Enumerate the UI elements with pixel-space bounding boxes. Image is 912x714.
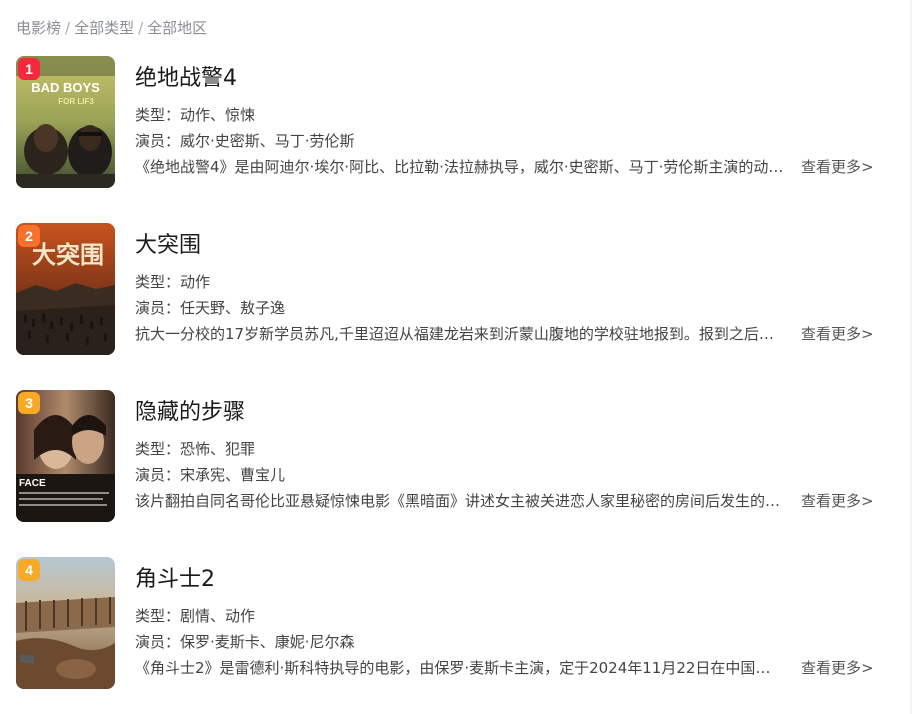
movie-description: 该片翻拍自同名哥伦比亚悬疑惊悚电影《黑暗面》讲述女主被关进恋人家里秘密的房间后发… (135, 492, 785, 510)
movie-genre: 类型：动作、惊悚 (135, 106, 256, 124)
movie-item[interactable]: 大突围 2 大突围 类型：动作 演员：任天野、敖子逸 抗大一分校的17岁新学员苏… (16, 223, 896, 356)
movie-list: BAD BOYS FOR LIF3 1 绝地战警4 类型：动作、惊悚 演员：威尔… (16, 56, 896, 714)
movie-cast: 演员：威尔·史密斯、马丁·劳伦斯 (135, 132, 355, 150)
view-more-link[interactable]: 查看更多> (801, 156, 874, 178)
movie-cast: 演员：保罗·麦斯卡、康妮·尼尔森 (135, 633, 355, 651)
movie-cast: 演员：宋承宪、曹宝儿 (135, 466, 286, 484)
view-more-link[interactable]: 查看更多> (801, 323, 874, 345)
movie-ranking-page: 电影榜 / 全部类型 / 全部地区 BAD BOYS FOR LIF3 1 绝地… (0, 0, 912, 714)
breadcrumb: 电影榜 / 全部类型 / 全部地区 (16, 17, 207, 39)
poster-title-text: FACE (19, 478, 46, 489)
rank-badge: 3 (18, 392, 40, 414)
movie-poster[interactable]: 大突围 2 (16, 223, 115, 355)
rank-badge: 1 (18, 58, 40, 80)
rank-badge: 2 (18, 225, 40, 247)
movie-item[interactable]: BAD BOYS FOR LIF3 1 绝地战警4 类型：动作、惊悚 演员：威尔… (16, 56, 896, 189)
movie-title[interactable]: 隐藏的步骤 (135, 398, 245, 428)
rank-badge: 4 (18, 559, 40, 581)
breadcrumb-separator: / (138, 19, 144, 37)
movie-description: 抗大一分校的17岁新学员苏凡,千里迢迢从福建龙岩来到沂蒙山腹地的学校驻地报到。报… (135, 325, 785, 343)
breadcrumb-separator: / (65, 19, 71, 37)
poster-subtitle-text: FOR LIF3 (58, 97, 94, 106)
movie-genre: 类型：剧情、动作 (135, 607, 256, 625)
movie-genre: 类型：动作 (135, 273, 211, 291)
breadcrumb-all-regions[interactable]: 全部地区 (147, 19, 207, 37)
movie-item[interactable]: 4 角斗士2 类型：剧情、动作 演员：保罗·麦斯卡、康妮·尼尔森 《角斗士2》是… (16, 557, 896, 690)
breadcrumb-movie-ranking[interactable]: 电影榜 (16, 19, 61, 37)
movie-title[interactable]: 绝地战警4 (135, 64, 237, 94)
movie-description: 《绝地战警4》是由阿迪尔·埃尔·阿比、比拉勒·法拉赫执导，威尔·史密斯、马丁·劳… (135, 158, 785, 176)
movie-description: 《角斗士2》是雷德利·斯科特执导的电影，由保罗·麦斯卡主演，定于2024年11月… (135, 659, 785, 677)
poster-title-text: BAD BOYS (31, 80, 100, 95)
movie-poster[interactable]: FACE 3 (16, 390, 115, 522)
movie-poster[interactable]: 4 (16, 557, 115, 689)
movie-cast: 演员：任天野、敖子逸 (135, 299, 286, 317)
view-more-link[interactable]: 查看更多> (801, 657, 874, 679)
movie-item[interactable]: FACE 3 隐藏的步骤 类型：恐怖、犯罪 演员：宋承宪、曹宝儿 该片翻拍自同名… (16, 390, 896, 523)
movie-title[interactable]: 角斗士2 (135, 565, 215, 595)
movie-title[interactable]: 大突围 (135, 231, 201, 261)
movie-poster[interactable]: BAD BOYS FOR LIF3 1 (16, 56, 115, 188)
movie-genre: 类型：恐怖、犯罪 (135, 440, 256, 458)
poster-title-text: 大突围 (32, 240, 104, 269)
view-more-link[interactable]: 查看更多> (801, 490, 874, 512)
breadcrumb-all-genres[interactable]: 全部类型 (74, 19, 134, 37)
